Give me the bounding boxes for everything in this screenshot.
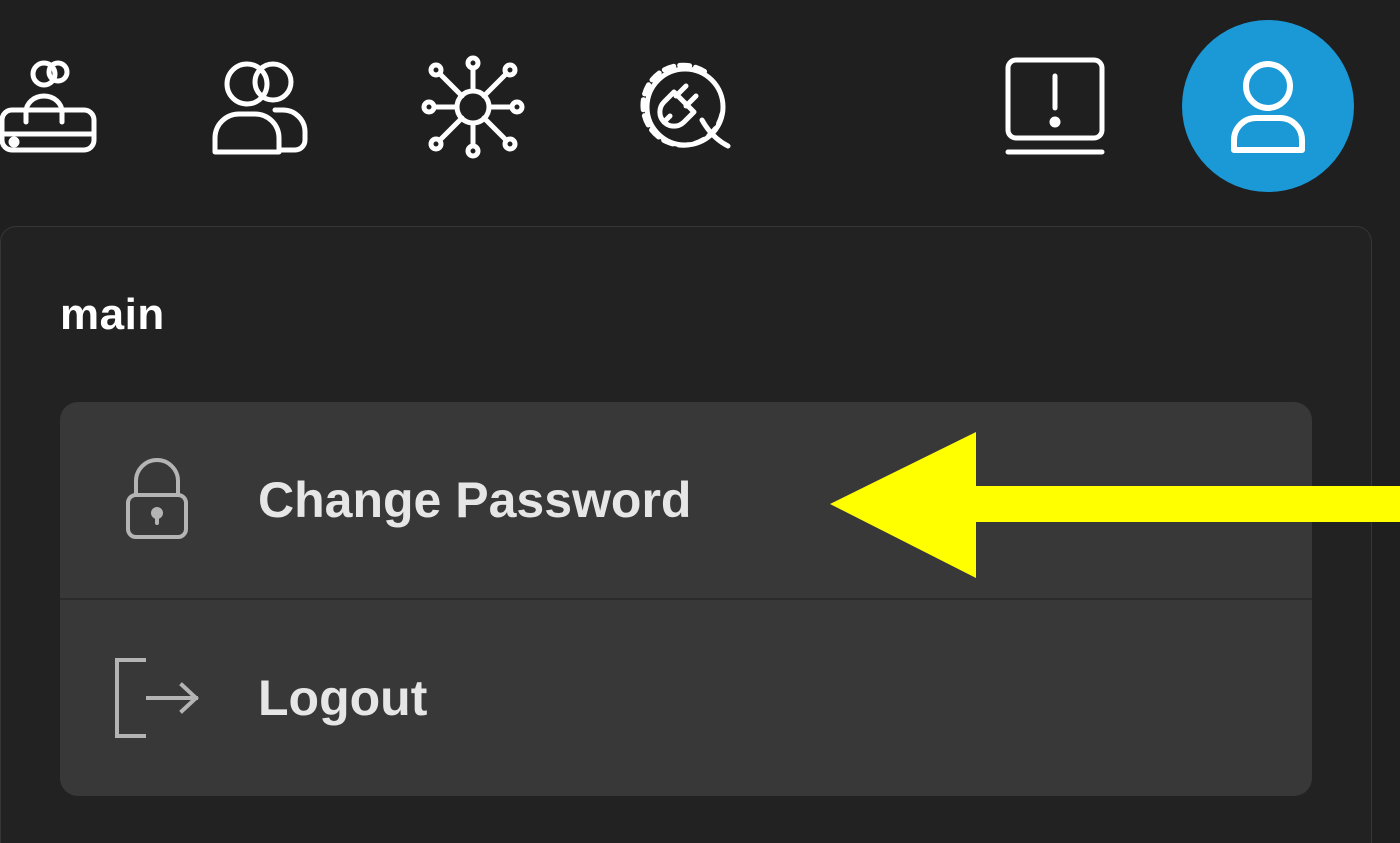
users-icon[interactable] (205, 52, 315, 162)
user-icon (1231, 61, 1305, 153)
network-icon[interactable] (418, 52, 528, 162)
annotation-arrow (830, 432, 1400, 578)
change-password-label: Change Password (258, 472, 692, 528)
logout-icon (112, 653, 202, 743)
user-avatar-button[interactable] (1182, 20, 1354, 192)
alert-icon[interactable] (1000, 52, 1110, 162)
storage-users-icon[interactable] (0, 52, 104, 162)
account-name: main (60, 290, 165, 339)
lock-icon (112, 455, 202, 545)
logout-label: Logout (258, 670, 428, 726)
plugin-icon[interactable] (630, 52, 740, 162)
logout-menu-item[interactable]: Logout (60, 598, 1312, 796)
app-screen: main Change Password Logout (0, 0, 1400, 843)
